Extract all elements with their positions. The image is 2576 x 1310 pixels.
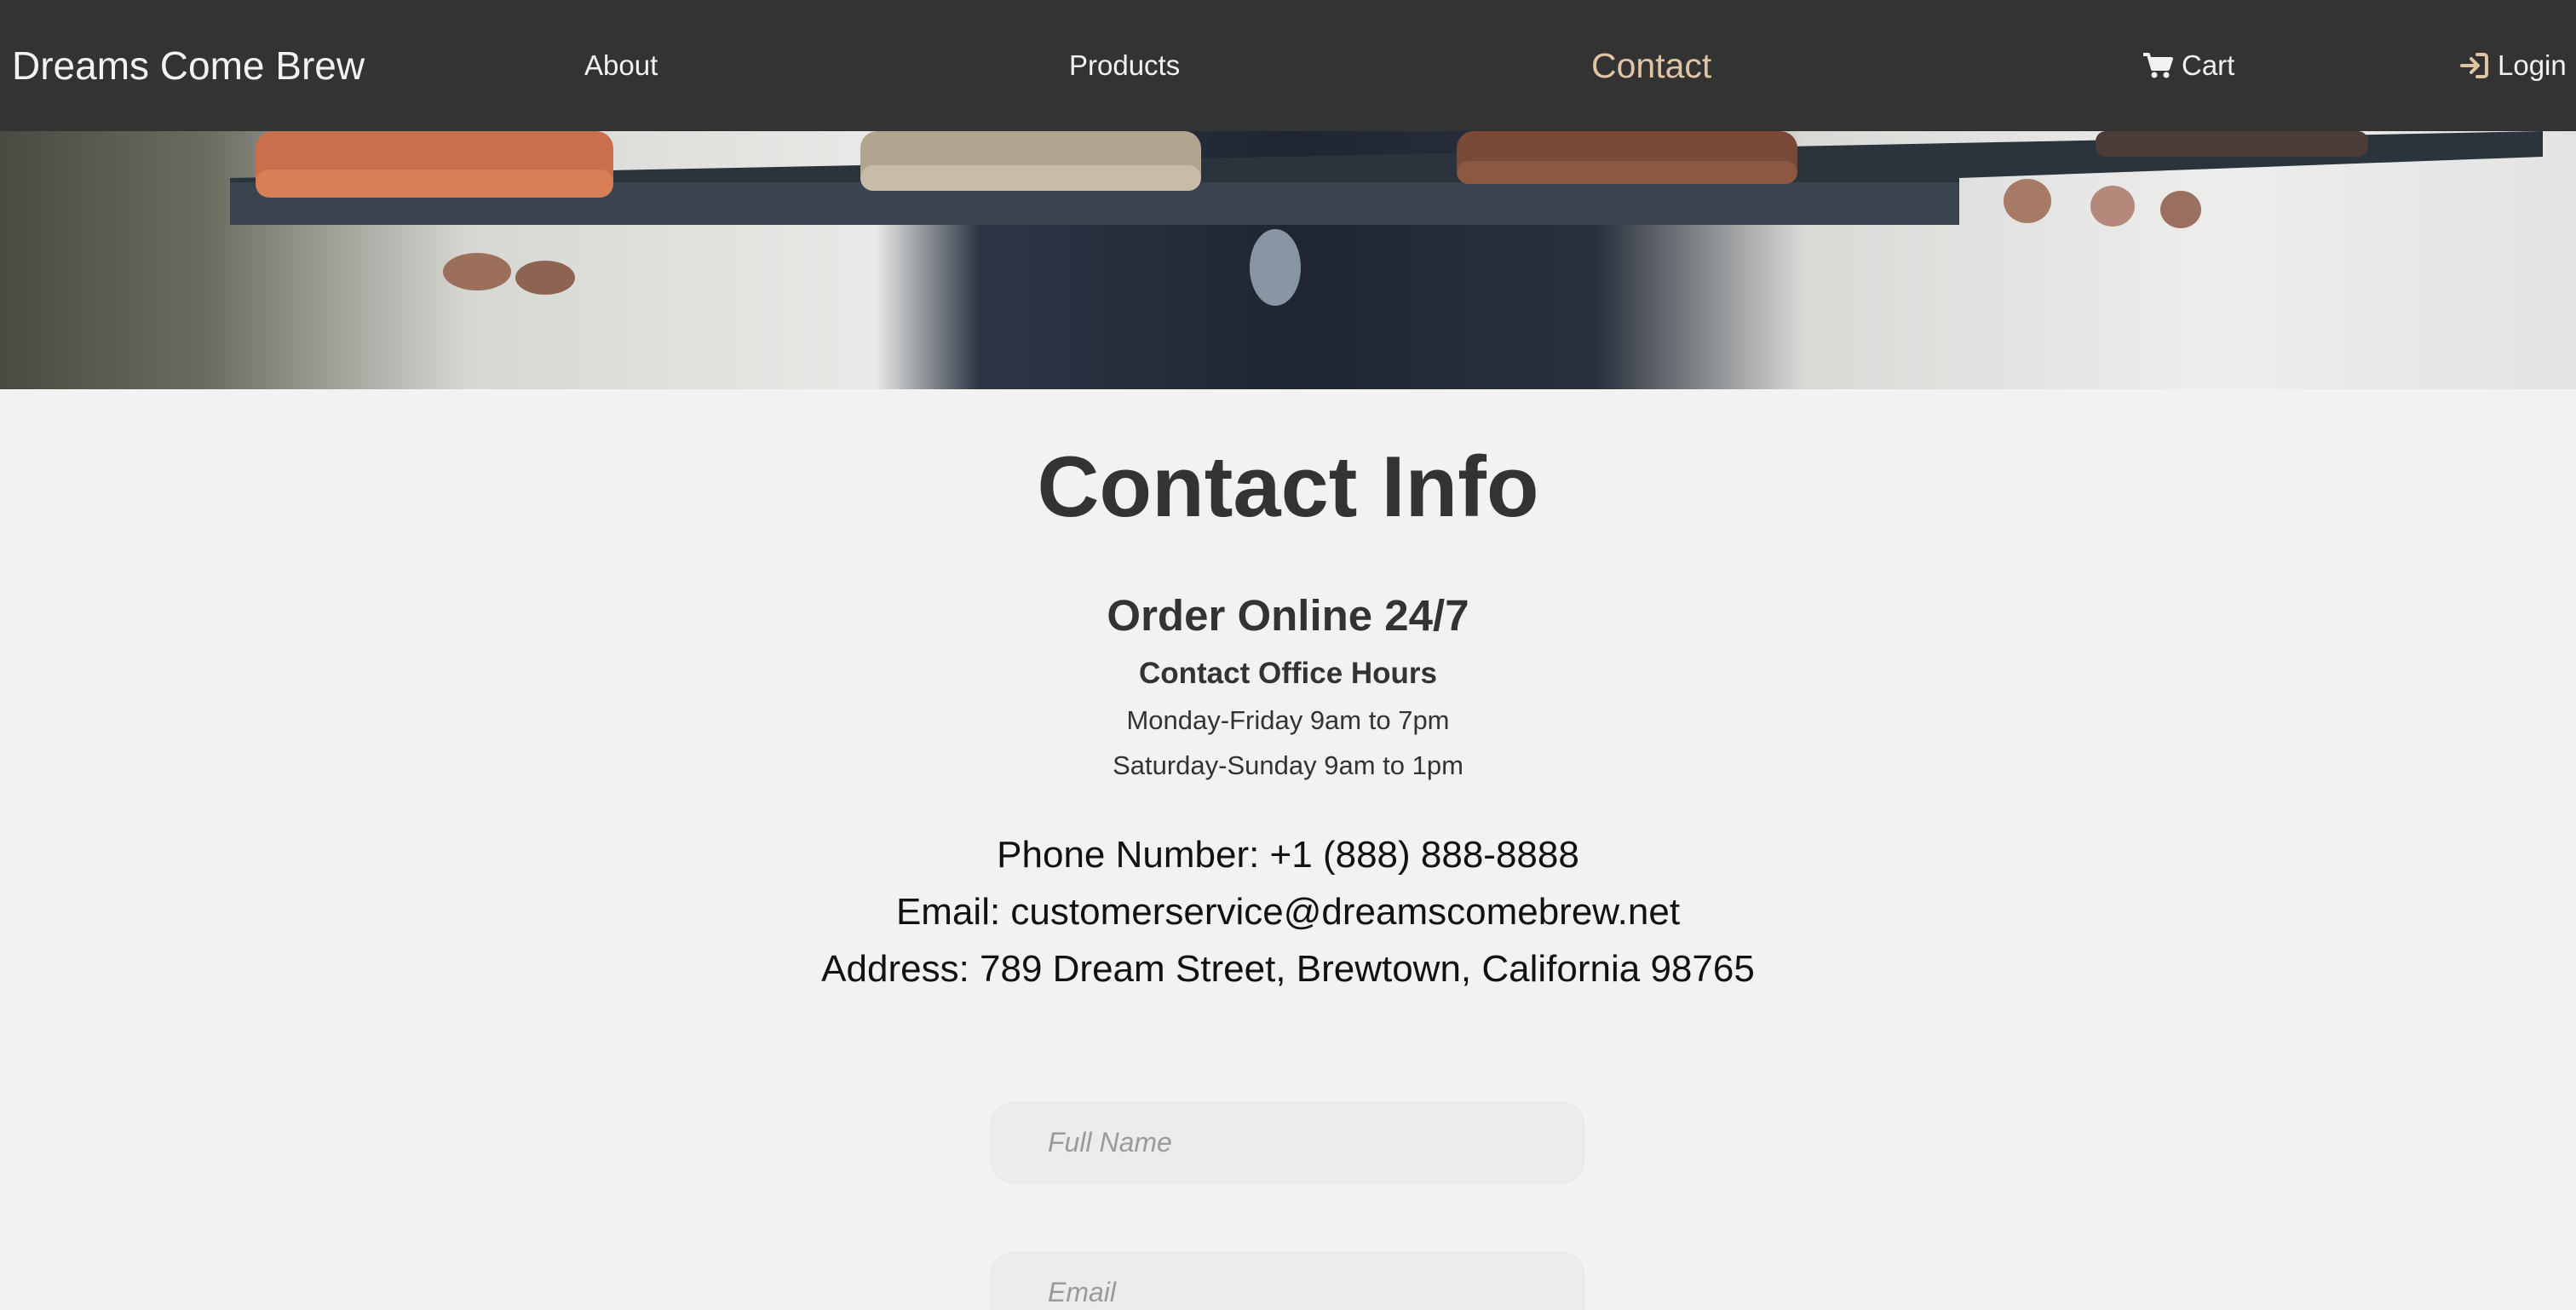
nav-about-link[interactable]: About xyxy=(584,0,658,131)
email-address: Email: customerservice@dreamscomebrew.ne… xyxy=(895,891,1681,933)
brand-logo-link[interactable]: Dreams Come Brew xyxy=(12,0,365,131)
email-input[interactable] xyxy=(991,1252,1584,1310)
nav-products-link[interactable]: Products xyxy=(1069,0,1180,131)
nav-login-link[interactable]: Login xyxy=(2460,0,2567,131)
phone-number: Phone Number: +1 (888) 888-8888 xyxy=(997,834,1579,876)
cart-label: Cart xyxy=(2182,49,2235,81)
sign-in-icon xyxy=(2460,53,2488,78)
weekend-hours: Saturday-Sunday 9am to 1pm xyxy=(1113,750,1463,780)
weekday-hours: Monday-Friday 9am to 7pm xyxy=(1126,705,1450,735)
login-label: Login xyxy=(2498,49,2567,81)
nav-contact-link[interactable]: Contact xyxy=(1591,0,1711,131)
street-address: Address: 789 Dream Street, Brewtown, Cal… xyxy=(821,948,1755,990)
top-navbar: Dreams Come Brew About Products Contact … xyxy=(0,0,2576,131)
hero-image xyxy=(0,131,2576,389)
order-online-heading: Order Online 24/7 xyxy=(1107,591,1469,640)
full-name-input[interactable] xyxy=(991,1102,1584,1183)
cart-icon xyxy=(2143,53,2173,78)
office-hours-heading: Contact Office Hours xyxy=(1138,657,1438,690)
nav-cart-link[interactable]: Cart xyxy=(2142,0,2234,131)
page-title: Contact Info xyxy=(1037,440,1539,535)
